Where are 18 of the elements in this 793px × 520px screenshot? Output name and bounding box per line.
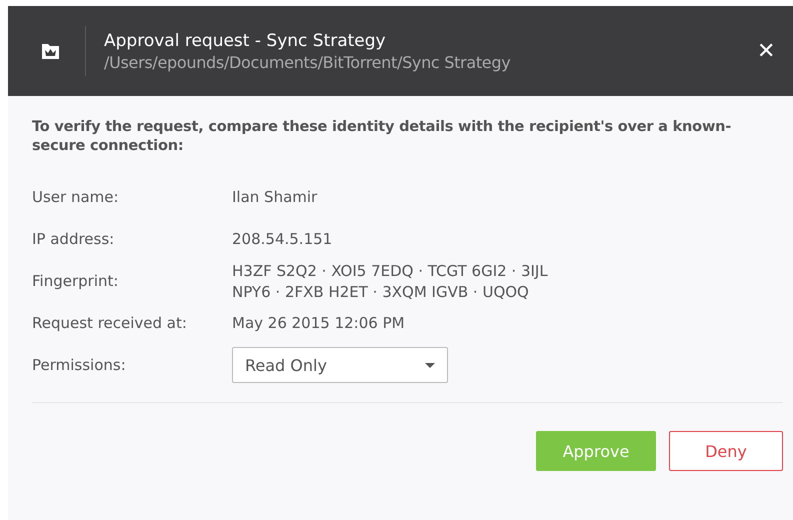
field-value: 208.54.5.151 bbox=[232, 230, 332, 248]
field-label: User name: bbox=[32, 188, 120, 206]
folder-icon bbox=[42, 44, 59, 58]
permissions-dropdown[interactable]: Read Only bbox=[232, 347, 448, 383]
field-label: IP address: bbox=[32, 230, 116, 248]
dialog-title: Approval request - Sync Strategy bbox=[104, 30, 387, 50]
folder-path: /Users/epounds/Documents/BitTorrent/Sync Strategy bbox=[104, 52, 512, 72]
close-button[interactable]: ✕ bbox=[753, 34, 779, 68]
instruction-text: To verify the request, compare these identity details with the recipient's over a known-secure connection: bbox=[32, 118, 732, 156]
caret-icon bbox=[425, 362, 435, 368]
field-value: NPY6 · 2FXB H2ET · 3XQM IGVB · UQOQ bbox=[232, 282, 530, 300]
field-label: Request received at: bbox=[32, 314, 188, 332]
field-value: H3ZF S2Q2 · XOI5 7EDQ · TCGT 6GI2 · 3IJL bbox=[232, 262, 548, 280]
field-value: Ilan Shamir bbox=[232, 188, 318, 206]
deny-button[interactable]: Deny bbox=[669, 431, 783, 471]
field-label: Fingerprint: bbox=[32, 272, 120, 290]
field-label: Permissions: bbox=[32, 356, 127, 374]
field-value: May 26 2015 12:06 PM bbox=[232, 314, 405, 332]
